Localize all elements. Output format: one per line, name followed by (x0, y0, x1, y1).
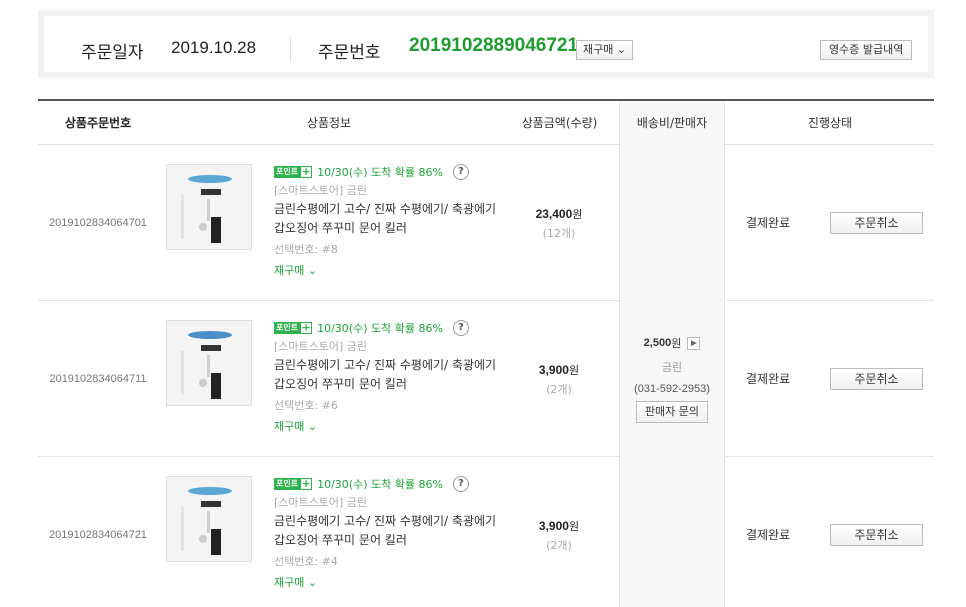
reorder-label: 재구매 (274, 576, 305, 589)
question-icon[interactable]: ? (452, 163, 469, 180)
price-unit: 원 (572, 207, 583, 221)
seller-phone: (031-592-2953) (634, 383, 710, 395)
price-cell: 3,900원 (2개) (500, 457, 618, 607)
order-number-label: 주문번호 (318, 43, 381, 63)
reorder-label: 재구매 (274, 264, 305, 277)
price-cell: 23,400원 (12개) (500, 145, 618, 301)
product-quantity: (2개) (546, 382, 572, 396)
seller-inquiry-button[interactable]: 판매자 문의 (635, 401, 709, 423)
arrow-right-icon[interactable]: ▶ (687, 336, 701, 350)
shipping-fee-unit: 원 (671, 337, 682, 350)
point-badge: 포인트 (274, 321, 301, 334)
product-option: 선택번호: #6 (274, 399, 338, 412)
product-price: 3,900 (538, 518, 569, 533)
plus-icon[interactable]: + (300, 165, 313, 178)
product-thumbnail[interactable] (166, 164, 252, 250)
status-row: 결제완료 주문취소 (726, 457, 934, 607)
cancel-order-button[interactable]: 주문취소 (830, 368, 923, 390)
store-name[interactable]: [스마트스토어] 금린 (274, 338, 504, 354)
product-name-link[interactable]: 금린수평에기 고수/ 진짜 수평에기/ 축광에기 갑오징어 쭈꾸미 문어 킬러 (274, 512, 500, 550)
table-row: 2019102834064701 포인트 + 10/30(수) 도착 확률 86… (38, 145, 619, 301)
product-info: 포인트 + 10/30(수) 도착 확률 86% ? [스마트스토어] 금린 금… (274, 475, 504, 589)
reorder-label: 재구매 (274, 420, 305, 433)
reorder-link[interactable]: 재구매 ⌄ (274, 262, 504, 277)
shipping-seller-cell: 2,500 원 ▶ 금린 (031-592-2953) 판매자 문의 (619, 145, 725, 607)
cancel-order-button[interactable]: 주문취소 (830, 212, 923, 234)
reorder-all-label: 재구매 (583, 43, 614, 56)
order-summary-box: 주문일자 2019.10.28 주문번호 2019102889046721 재구… (38, 10, 934, 78)
plus-icon[interactable]: + (300, 321, 313, 334)
table-row: 2019102834064721 포인트 + 10/30(수) 도착 확률 86… (38, 457, 619, 607)
order-date-label: 주문일자 (81, 43, 144, 63)
seller-name: 금린 (661, 361, 683, 374)
product-quantity: (2개) (546, 538, 572, 552)
status-row: 결제완료 주문취소 (726, 301, 934, 457)
reorder-link[interactable]: 재구매 ⌄ (274, 418, 504, 433)
product-info: 포인트 + 10/30(수) 도착 확률 86% ? [스마트스토어] 금린 금… (274, 163, 504, 277)
product-order-id: 2019102834064701 (49, 217, 147, 229)
plus-icon[interactable]: + (300, 477, 313, 490)
store-name[interactable]: [스마트스토어] 금린 (274, 494, 504, 510)
receipt-history-button[interactable]: 영수증 발급내역 (820, 40, 913, 60)
chevron-down-icon: ⌄ (307, 264, 318, 277)
price-cell: 3,900원 (2개) (500, 301, 618, 457)
reorder-all-button[interactable]: 재구매 ⌄ (576, 40, 634, 60)
order-summary-inner: 주문일자 2019.10.28 주문번호 2019102889046721 재구… (44, 16, 928, 72)
cancel-order-button[interactable]: 주문취소 (830, 524, 923, 546)
table-header: 상품주문번호 상품정보 상품금액(수량) 배송비/판매자 진행상태 (38, 101, 934, 145)
chevron-down-icon: ⌄ (616, 43, 627, 56)
delivery-estimate: 포인트 + 10/30(수) 도착 확률 86% ? (274, 319, 504, 336)
order-number: 2019102889046721 (409, 35, 579, 56)
product-option: 선택번호: #4 (274, 555, 338, 568)
point-badge: 포인트 (274, 477, 301, 490)
product-name-link[interactable]: 금린수평에기 고수/ 진짜 수평에기/ 축광에기 갑오징어 쭈꾸미 문어 킬러 (274, 200, 500, 238)
header-divider (290, 36, 291, 62)
order-items-table: 상품주문번호 상품정보 상품금액(수량) 배송비/판매자 진행상태 201910… (38, 99, 934, 607)
price-unit: 원 (568, 363, 580, 377)
point-badge: 포인트 (274, 165, 301, 178)
product-option: 선택번호: #8 (274, 243, 338, 256)
question-icon[interactable]: ? (452, 319, 469, 336)
fishing-lure-image (167, 165, 251, 249)
delivery-estimate-text: 10/30(수) 도착 확률 86% (317, 165, 443, 179)
header-shipping-seller: 배송비/판매자 (619, 101, 725, 145)
chevron-down-icon: ⌄ (307, 420, 318, 433)
order-status: 결제완료 (746, 216, 791, 230)
header-order-item-number: 상품주문번호 (64, 116, 132, 130)
product-info: 포인트 + 10/30(수) 도착 확률 86% ? [스마트스토어] 금린 금… (274, 319, 504, 433)
product-order-id: 2019102834064721 (49, 529, 147, 541)
product-thumbnail[interactable] (166, 476, 252, 562)
table-row: 2019102834064711 포인트 + 10/30(수) 도착 확률 86… (38, 301, 619, 457)
store-name[interactable]: [스마트스토어] 금린 (274, 182, 504, 198)
order-date: 2019.10.28 (171, 38, 257, 57)
product-price: 3,900 (538, 362, 569, 377)
reorder-link[interactable]: 재구매 ⌄ (274, 574, 504, 589)
fishing-lure-image (167, 477, 251, 561)
product-quantity: (12개) (542, 226, 576, 240)
header-product-info: 상품정보 (306, 116, 352, 130)
order-status: 결제완료 (746, 372, 791, 386)
shipping-fee-amount: 2,500 (643, 337, 672, 349)
order-status: 결제완료 (746, 528, 791, 542)
price-unit: 원 (568, 519, 580, 533)
header-status: 진행상태 (807, 116, 853, 130)
question-icon[interactable]: ? (452, 475, 469, 492)
status-row: 결제완료 주문취소 (726, 145, 934, 301)
fishing-lure-image (167, 321, 251, 405)
product-order-id: 2019102834064711 (49, 373, 147, 385)
delivery-estimate: 포인트 + 10/30(수) 도착 확률 86% ? (274, 475, 504, 492)
delivery-estimate: 포인트 + 10/30(수) 도착 확률 86% ? (274, 163, 504, 180)
delivery-estimate-text: 10/30(수) 도착 확률 86% (317, 321, 443, 335)
header-price-qty: 상품금액(수량) (521, 116, 598, 130)
shipping-fee: 2,500 원 ▶ (644, 335, 701, 351)
product-name-link[interactable]: 금린수평에기 고수/ 진짜 수평에기/ 축광에기 갑오징어 쭈꾸미 문어 킬러 (274, 356, 500, 394)
delivery-estimate-text: 10/30(수) 도착 확률 86% (317, 477, 443, 491)
chevron-down-icon: ⌄ (307, 576, 318, 589)
product-price: 23,400 (535, 206, 573, 221)
product-thumbnail[interactable] (166, 320, 252, 406)
